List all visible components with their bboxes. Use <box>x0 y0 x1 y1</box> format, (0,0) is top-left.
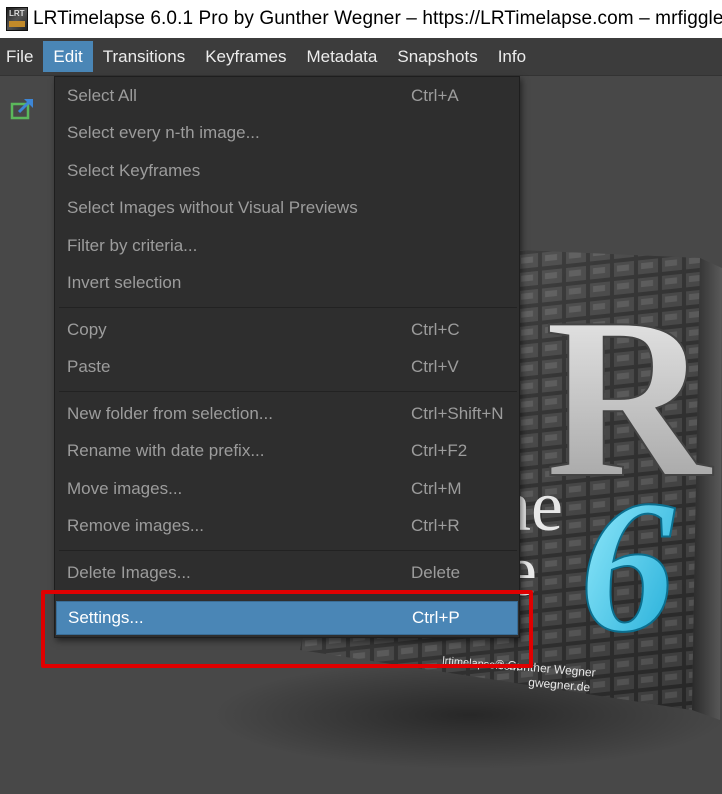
menu-item-select-all[interactable]: Select All Ctrl+A <box>56 80 518 114</box>
menu-item-label: Select Keyframes <box>67 161 201 180</box>
menu-bar: File Edit Transitions Keyframes Metadata… <box>0 38 722 76</box>
menu-item-label: Select every n-th image... <box>67 123 260 142</box>
menu-keyframes[interactable]: Keyframes <box>195 41 296 72</box>
menu-file[interactable]: File <box>0 41 43 72</box>
menu-item-invert-selection[interactable]: Invert selection <box>56 267 518 301</box>
app-icon-text: LRT <box>9 9 25 18</box>
settings-highlight-annotation <box>41 590 533 668</box>
box-version-six: 6 <box>580 462 675 672</box>
menu-item-copy[interactable]: Copy Ctrl+C <box>56 314 518 348</box>
export-icon[interactable] <box>10 96 38 122</box>
menu-item-shortcut: Delete <box>411 563 461 582</box>
menu-info[interactable]: Info <box>488 41 536 72</box>
menu-item-label: Rename with date prefix... <box>67 441 265 460</box>
menu-item-label: New folder from selection... <box>67 404 273 423</box>
menu-item-remove-images[interactable]: Remove images... Ctrl+R <box>56 510 518 544</box>
menu-item-paste[interactable]: Paste Ctrl+V <box>56 351 518 385</box>
menu-item-shortcut: Ctrl+V <box>411 357 459 376</box>
menu-item-delete-images[interactable]: Delete Images... Delete <box>56 557 518 591</box>
menu-item-select-every-nth[interactable]: Select every n-th image... <box>56 117 518 151</box>
menu-separator <box>59 391 517 392</box>
edit-menu-dropdown: Select All Ctrl+A Select every n-th imag… <box>54 76 520 638</box>
window-title: LRTimelapse 6.0.1 Pro by Gunther Wegner … <box>33 8 722 29</box>
menu-item-move-images[interactable]: Move images... Ctrl+M <box>56 473 518 507</box>
menu-item-label: Select All <box>67 86 137 105</box>
menu-item-label: Paste <box>67 357 111 376</box>
menu-item-label: Remove images... <box>67 516 204 535</box>
menu-separator <box>59 307 517 308</box>
menu-item-shortcut: Ctrl+A <box>411 86 459 105</box>
menu-item-shortcut: Ctrl+M <box>411 479 462 498</box>
menu-item-label: Select Images without Visual Previews <box>67 198 358 217</box>
menu-snapshots[interactable]: Snapshots <box>387 41 487 72</box>
menu-item-new-folder[interactable]: New folder from selection... Ctrl+Shift+… <box>56 398 518 432</box>
menu-item-label: Copy <box>67 320 107 339</box>
app-logo-icon: LRT <box>6 7 28 31</box>
menu-edit[interactable]: Edit <box>43 41 93 72</box>
menu-item-label: Filter by criteria... <box>67 236 198 255</box>
menu-item-shortcut: Ctrl+R <box>411 516 460 535</box>
menu-item-select-keyframes[interactable]: Select Keyframes <box>56 155 518 189</box>
menu-item-shortcut: Ctrl+C <box>411 320 460 339</box>
menu-item-select-without-previews[interactable]: Select Images without Visual Previews <box>56 192 518 226</box>
menu-item-shortcut: Ctrl+F2 <box>411 441 468 460</box>
title-bar: LRT LRTimelapse 6.0.1 Pro by Gunther Weg… <box>0 0 722 38</box>
menu-item-label: Invert selection <box>67 273 182 292</box>
menu-separator <box>59 550 517 551</box>
menu-item-label: Move images... <box>67 479 183 498</box>
menu-item-filter-by-criteria[interactable]: Filter by criteria... <box>56 230 518 264</box>
menu-transitions[interactable]: Transitions <box>93 41 196 72</box>
menu-item-label: Delete Images... <box>67 563 191 582</box>
menu-item-shortcut: Ctrl+Shift+N <box>411 404 504 423</box>
menu-metadata[interactable]: Metadata <box>296 41 387 72</box>
menu-item-rename-date-prefix[interactable]: Rename with date prefix... Ctrl+F2 <box>56 435 518 469</box>
